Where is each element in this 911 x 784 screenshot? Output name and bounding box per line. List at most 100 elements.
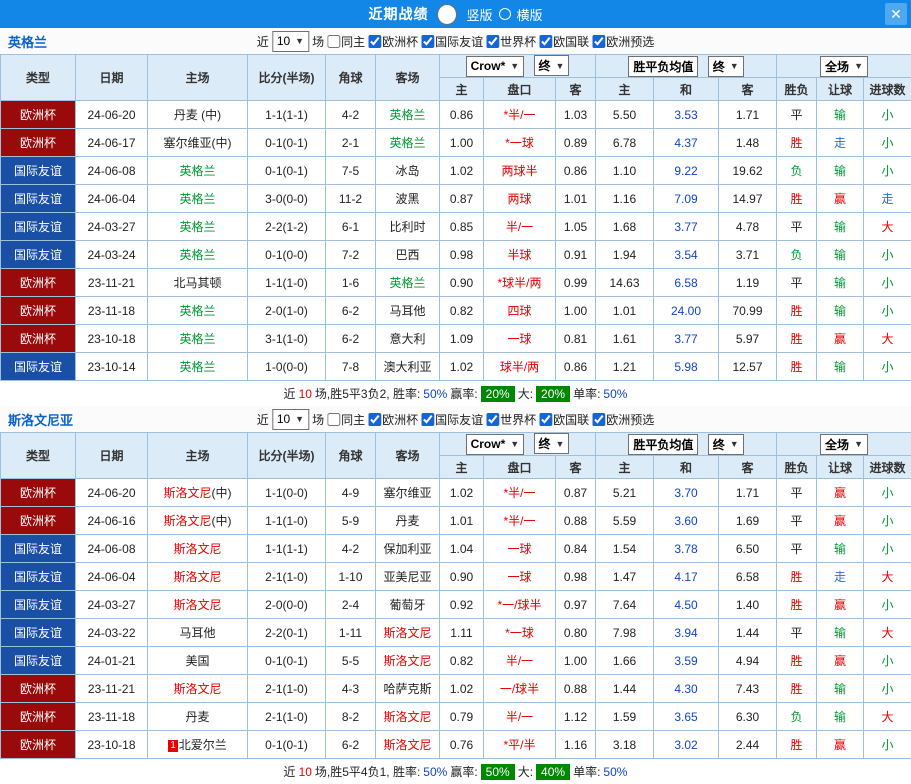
match-date: 23-11-21: [76, 675, 148, 703]
friendly-checkbox[interactable]: [421, 413, 434, 426]
odds-final-select[interactable]: 终▼: [534, 55, 570, 76]
handicap-cell: *一球: [484, 619, 556, 647]
match-count-select[interactable]: 10▼: [272, 31, 309, 52]
filter-euro-qualifier[interactable]: 欧洲预选: [592, 33, 654, 50]
result-cell: 胜: [777, 675, 817, 703]
eurocup-checkbox[interactable]: [368, 35, 381, 48]
team-cell: 英格兰: [148, 297, 248, 325]
checkbox-label: 国际友谊: [435, 33, 483, 50]
team-cell: 北马其顿: [148, 269, 248, 297]
match-row: 欧洲杯24-06-20斯洛文尼(中)1-1(0-0)4-9塞尔维亚1.02*半/…: [1, 479, 911, 507]
handicap-cell: 一/球半: [484, 675, 556, 703]
chevron-down-icon: ▼: [854, 439, 863, 449]
wdl-final-select[interactable]: 终▼: [708, 434, 744, 455]
filter-same-home[interactable]: 同主: [327, 33, 365, 50]
win-odds-cell: 3.18: [596, 731, 654, 759]
checkbox-label: 欧国联: [553, 411, 589, 428]
lose-odds-cell: 70.99: [719, 297, 777, 325]
horizontal-radio[interactable]: [499, 8, 511, 20]
lose-odds-cell: 6.30: [719, 703, 777, 731]
filter-same-home[interactable]: 同主: [327, 411, 365, 428]
odds-company-select[interactable]: Crow*▼: [466, 56, 525, 77]
wdl-final-select[interactable]: 终▼: [708, 56, 744, 77]
goals-result-cell: 小: [864, 241, 911, 269]
match-row: 欧洲杯23-11-18英格兰2-0(1-0)6-2马耳他0.82四球1.001.…: [1, 297, 911, 325]
team-cell: 英格兰: [148, 185, 248, 213]
match-row: 欧洲杯23-11-21斯洛文尼2-1(1-0)4-3哈萨克斯1.02一/球半0.…: [1, 675, 911, 703]
scope-select[interactable]: 全场▼: [820, 56, 868, 77]
lose-odds-cell: 1.48: [719, 129, 777, 157]
odds-home-cell: 0.90: [440, 563, 484, 591]
win-odds-cell: 14.63: [596, 269, 654, 297]
match-type-badge: 国际友谊: [1, 157, 76, 185]
match-row: 国际友谊24-03-27英格兰2-2(1-2)6-1比利时0.85半/一1.05…: [1, 213, 911, 241]
match-count-select[interactable]: 10▼: [272, 409, 309, 430]
nations-league-checkbox[interactable]: [539, 413, 552, 426]
win-odds-cell: 1.54: [596, 535, 654, 563]
col-type: 类型: [1, 433, 76, 479]
filter-worldcup[interactable]: 世界杯: [486, 411, 536, 428]
euro-qualifier-checkbox[interactable]: [592, 35, 605, 48]
score-cell: 0-1(0-1): [248, 647, 326, 675]
col-corners: 角球: [326, 55, 376, 101]
chevron-down-icon: ▼: [556, 61, 565, 71]
wdl-average-select[interactable]: 胜平负均值: [628, 434, 698, 455]
match-type-badge: 国际友谊: [1, 185, 76, 213]
draw-odds-cell: 3.77: [654, 325, 719, 353]
eurocup-checkbox[interactable]: [368, 413, 381, 426]
filter-friendly[interactable]: 国际友谊: [421, 33, 483, 50]
odds-away-cell: 0.80: [556, 619, 596, 647]
result-cell: 负: [777, 157, 817, 185]
col-date: 日期: [76, 433, 148, 479]
match-type-badge: 欧洲杯: [1, 269, 76, 297]
chevron-down-icon: ▼: [730, 61, 739, 71]
filter-friendly[interactable]: 国际友谊: [421, 411, 483, 428]
match-row: 欧洲杯23-10-181北爱尔兰0-1(0-1)6-2斯洛文尼0.76*平/半1…: [1, 731, 911, 759]
match-type-badge: 欧洲杯: [1, 129, 76, 157]
filter-eurocup[interactable]: 欧洲杯: [368, 411, 418, 428]
match-type-badge: 国际友谊: [1, 535, 76, 563]
win-odds-cell: 7.64: [596, 591, 654, 619]
nations-league-checkbox[interactable]: [539, 35, 552, 48]
vertical-radio-label[interactable]: 竖版: [466, 5, 492, 24]
odds-final-select[interactable]: 终▼: [534, 433, 570, 454]
corners-cell: 7-2: [326, 241, 376, 269]
chevron-down-icon: ▼: [295, 36, 304, 46]
odds-home-cell: 0.85: [440, 213, 484, 241]
team-cell: 塞尔维亚: [376, 479, 440, 507]
odds-home-cell: 0.82: [440, 297, 484, 325]
friendly-checkbox[interactable]: [421, 35, 434, 48]
same-home-checkbox[interactable]: [327, 35, 340, 48]
handicap-result-cell: 赢: [817, 479, 864, 507]
win-odds-cell: 1.68: [596, 213, 654, 241]
team-cell: 塞尔维亚(中): [148, 129, 248, 157]
filter-euro-qualifier[interactable]: 欧洲预选: [592, 411, 654, 428]
goals-result-cell: 小: [864, 479, 911, 507]
filter-nations-league[interactable]: 欧国联: [539, 33, 589, 50]
odds-company-select[interactable]: Crow*▼: [466, 434, 525, 455]
vertical-radio[interactable]: [437, 4, 457, 25]
wdl-group-header: 胜平负均值 终▼: [596, 433, 777, 456]
corners-cell: 1-10: [326, 563, 376, 591]
wdl-average-select[interactable]: 胜平负均值: [628, 56, 698, 77]
close-icon[interactable]: ✕: [885, 3, 907, 25]
result-cell: 平: [777, 535, 817, 563]
subcol-let: 让球: [817, 78, 864, 101]
filter-worldcup[interactable]: 世界杯: [486, 33, 536, 50]
handicap-cell: 半/一: [484, 213, 556, 241]
draw-odds-cell: 3.65: [654, 703, 719, 731]
goals-result-cell: 大: [864, 703, 911, 731]
lose-odds-cell: 6.50: [719, 535, 777, 563]
filter-nations-league[interactable]: 欧国联: [539, 411, 589, 428]
worldcup-checkbox[interactable]: [486, 35, 499, 48]
same-home-checkbox[interactable]: [327, 413, 340, 426]
goals-result-cell: 大: [864, 619, 911, 647]
filter-eurocup[interactable]: 欧洲杯: [368, 33, 418, 50]
handicap-result-cell: 输: [817, 241, 864, 269]
horizontal-radio-label[interactable]: 横版: [517, 5, 543, 24]
subcol-away-odds: 客: [556, 78, 596, 101]
euro-qualifier-checkbox[interactable]: [592, 413, 605, 426]
worldcup-checkbox[interactable]: [486, 413, 499, 426]
scope-select[interactable]: 全场▼: [820, 434, 868, 455]
score-cell: 0-1(0-1): [248, 731, 326, 759]
